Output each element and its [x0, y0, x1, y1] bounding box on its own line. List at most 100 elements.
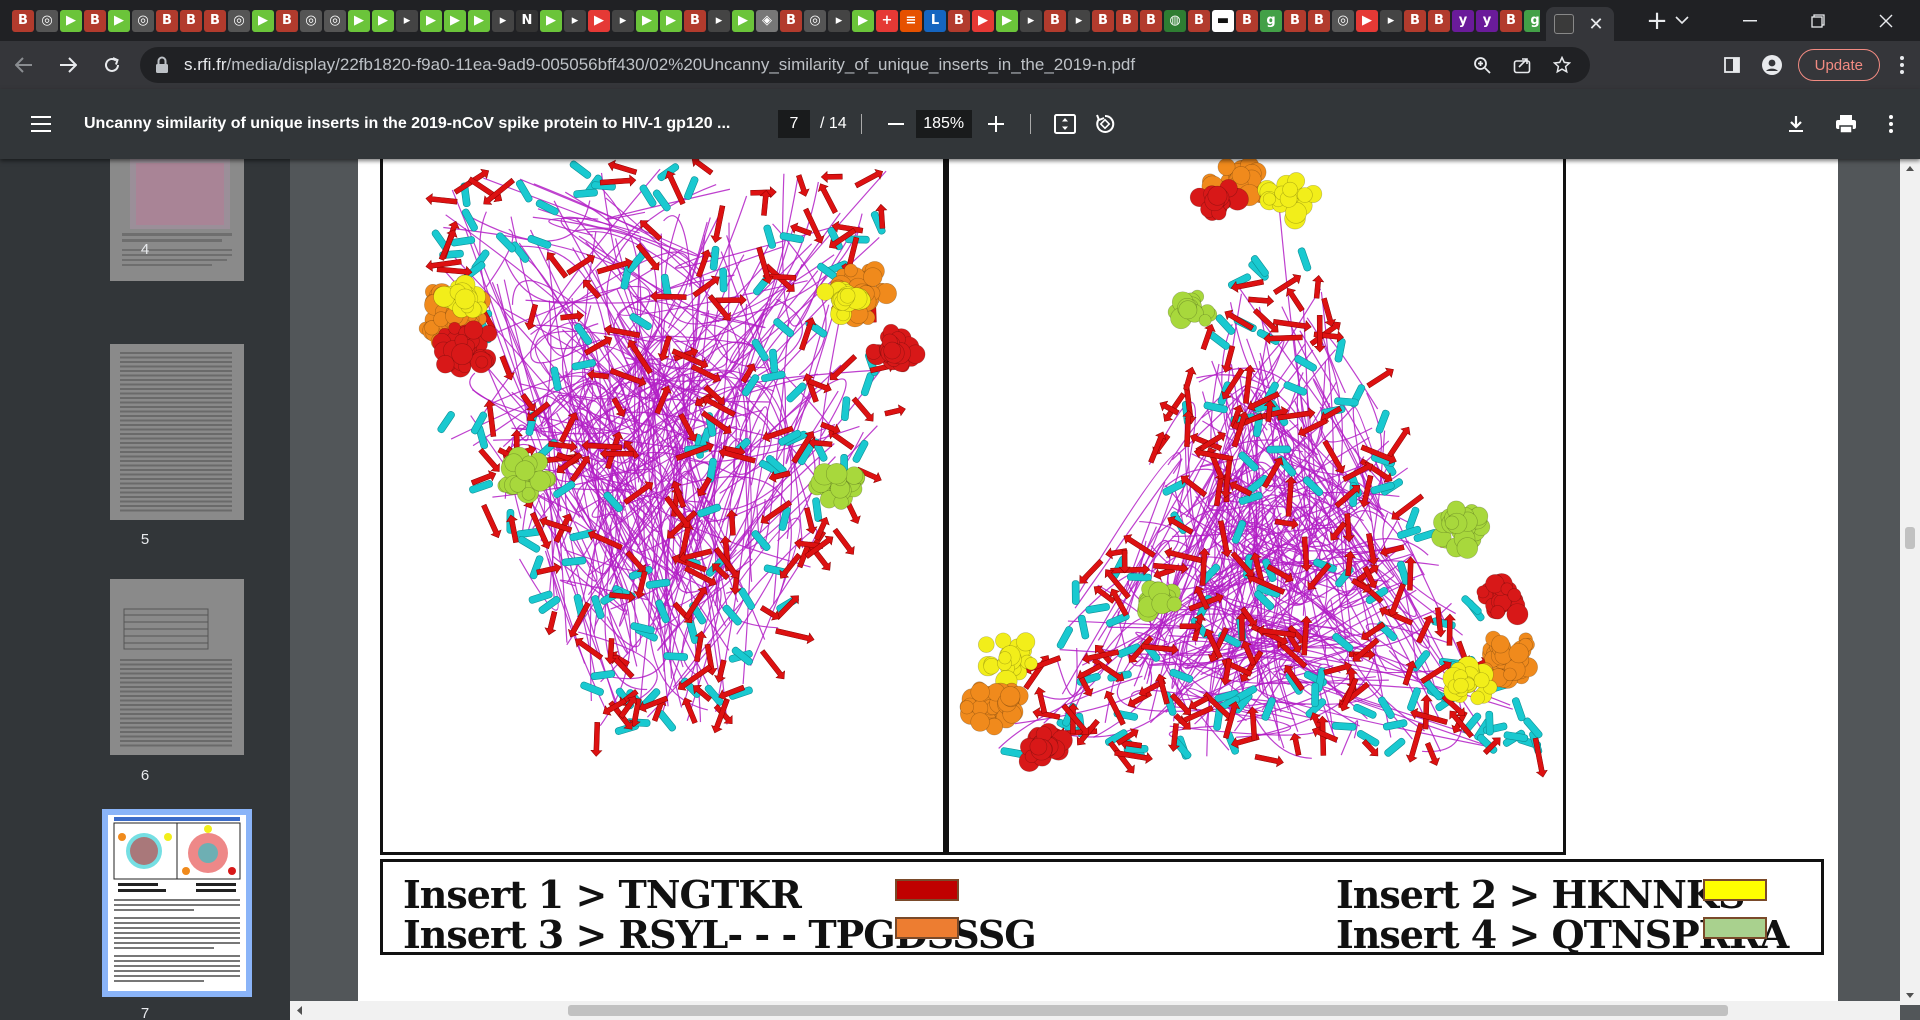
tab-favicon-icon[interactable]: B [1092, 9, 1114, 32]
rotate-icon[interactable] [1085, 104, 1125, 144]
tab-favicon-icon[interactable]: ≡ [900, 9, 922, 32]
tab-search-icon[interactable] [1648, 0, 1716, 41]
tab-favicon-icon[interactable]: B [780, 9, 802, 32]
tab-favicon-icon[interactable]: ▶ [348, 9, 370, 32]
tab-favicon-icon[interactable]: B [180, 9, 202, 32]
tab-favicon-icon[interactable]: ▬ [1212, 9, 1234, 32]
tab-favicon-icon[interactable]: B [1308, 9, 1330, 32]
thumbnail-page-7[interactable] [102, 809, 252, 997]
tab-favicon-icon[interactable]: ▶ [636, 9, 658, 32]
tab-favicon-icon[interactable]: ▸ [564, 9, 586, 32]
tab-favicon-icon[interactable]: B [684, 9, 706, 32]
bookmark-star-icon[interactable] [1542, 47, 1582, 83]
tab-favicon-icon[interactable]: B [1236, 9, 1258, 32]
tab-favicon-icon[interactable]: y [1452, 9, 1474, 32]
document-horizontal-scrollbar[interactable] [290, 1001, 1900, 1020]
pdf-more-icon[interactable] [1876, 104, 1906, 144]
tab-favicon-icon[interactable]: ▶ [252, 9, 274, 32]
tab-favicon-icon[interactable]: ▶ [420, 9, 442, 32]
tab-favicon-icon[interactable]: B [84, 9, 106, 32]
tab-favicon-icon[interactable]: B [204, 9, 226, 32]
tab-favicon-icon[interactable]: B [12, 9, 34, 32]
tab-favicon-icon[interactable]: ◍ [1164, 9, 1186, 32]
zoom-icon[interactable] [1462, 47, 1502, 83]
tab-favicon-icon[interactable]: ▶ [852, 9, 874, 32]
tab-favicon-icon[interactable]: B [948, 9, 970, 32]
share-icon[interactable] [1502, 47, 1542, 83]
tab-favicon-icon[interactable]: ▶ [732, 9, 754, 32]
reload-icon[interactable] [92, 45, 132, 85]
tab-favicon-icon[interactable]: B [156, 9, 178, 32]
vertical-scroll-thumb[interactable] [1905, 527, 1915, 549]
minimize-icon[interactable] [1716, 0, 1784, 41]
thumbnail-page-6[interactable] [110, 579, 244, 755]
fit-page-icon[interactable] [1045, 104, 1085, 144]
zoom-level-input[interactable] [915, 110, 972, 138]
tab-favicon-icon[interactable]: ▶ [444, 9, 466, 32]
tab-favicon-icon[interactable]: ▶ [468, 9, 490, 32]
horizontal-scroll-thumb[interactable] [568, 1005, 1728, 1016]
tab-favicon-icon[interactable]: B [1188, 9, 1210, 32]
thumbnail-page-4[interactable] [110, 159, 244, 281]
address-bar[interactable]: s.rfi.fr/media/display/22fb1820-f9a0-11e… [140, 47, 1590, 83]
active-tab[interactable]: ✕ [1546, 7, 1614, 41]
tab-favicon-icon[interactable]: ◈ [756, 9, 778, 32]
tab-favicon-icon[interactable]: ◎ [228, 9, 250, 32]
tab-favicon-icon[interactable]: B [1428, 9, 1450, 32]
url-text[interactable]: s.rfi.fr/media/display/22fb1820-f9a0-11e… [184, 55, 1135, 75]
tab-favicon-icon[interactable]: ◎ [132, 9, 154, 32]
tab-favicon-icon[interactable]: y [1476, 9, 1498, 32]
tab-favicon-icon[interactable]: ▶ [108, 9, 130, 32]
tab-favicon-icon[interactable]: ▶ [60, 9, 82, 32]
tab-favicon-icon[interactable]: ▶ [1356, 9, 1378, 32]
tab-favicon-icon[interactable]: ▶ [540, 9, 562, 32]
tab-favicon-icon[interactable]: ◎ [36, 9, 58, 32]
pdf-viewport[interactable]: Insert 1 > TNGTKR Insert 2 > HKNNKS Inse… [290, 159, 1920, 1020]
tab-favicon-icon[interactable]: ◎ [1332, 9, 1354, 32]
lock-icon[interactable] [154, 56, 170, 74]
thumbnail-page-5[interactable] [110, 344, 244, 520]
tab-favicon-icon[interactable]: N [516, 9, 538, 32]
tab-favicon-icon[interactable]: B [1500, 9, 1522, 32]
back-icon[interactable] [4, 45, 44, 85]
zoom-out-icon[interactable] [876, 104, 916, 144]
tab-favicon-icon[interactable]: ▶ [588, 9, 610, 32]
tab-favicon-icon[interactable]: ▸ [492, 9, 514, 32]
tab-favicon-icon[interactable]: ▸ [1020, 9, 1042, 32]
tab-favicon-icon[interactable]: ◎ [300, 9, 322, 32]
tab-favicon-icon[interactable]: ▸ [396, 9, 418, 32]
tab-favicon-icon[interactable]: ▸ [708, 9, 730, 32]
page-number-input[interactable] [778, 110, 810, 138]
tab-favicon-icon[interactable]: ▸ [1380, 9, 1402, 32]
close-tab-icon[interactable]: ✕ [1586, 14, 1606, 35]
tab-favicon-icon[interactable]: B [276, 9, 298, 32]
browser-menu-icon[interactable] [1890, 45, 1914, 85]
tab-favicon-icon[interactable]: B [1284, 9, 1306, 32]
tab-favicon-icon[interactable]: B [1116, 9, 1138, 32]
tab-favicon-icon[interactable]: ◎ [324, 9, 346, 32]
tab-favicon-icon[interactable]: ▶ [996, 9, 1018, 32]
tab-favicon-icon[interactable]: + [876, 9, 898, 32]
close-window-icon[interactable] [1852, 0, 1920, 41]
document-vertical-scrollbar[interactable] [1900, 159, 1920, 1005]
update-button[interactable]: Update [1797, 49, 1880, 81]
tab-favicon-icon[interactable]: ◎ [804, 9, 826, 32]
forward-icon[interactable] [48, 45, 88, 85]
tab-favicon-icon[interactable]: B [1044, 9, 1066, 32]
pdf-menu-icon[interactable] [20, 103, 62, 145]
print-icon[interactable] [1826, 104, 1866, 144]
tab-favicon-icon[interactable]: ▶ [972, 9, 994, 32]
tab-favicon-icon[interactable]: B [1404, 9, 1426, 32]
side-panel-icon[interactable] [1712, 45, 1752, 85]
tab-favicon-icon[interactable]: ▶ [372, 9, 394, 32]
tab-favicon-icon[interactable]: ▸ [1068, 9, 1090, 32]
profile-avatar-icon[interactable] [1752, 45, 1792, 85]
tab-favicon-icon[interactable]: ▸ [828, 9, 850, 32]
tab-favicon-icon[interactable]: ▶ [660, 9, 682, 32]
tab-favicon-icon[interactable]: L [924, 9, 946, 32]
tab-favicon-icon[interactable]: B [1140, 9, 1162, 32]
download-icon[interactable] [1776, 104, 1816, 144]
tab-favicon-icon[interactable]: g [1524, 9, 1540, 32]
tab-favicon-icon[interactable]: ▸ [612, 9, 634, 32]
zoom-in-icon[interactable] [976, 104, 1016, 144]
